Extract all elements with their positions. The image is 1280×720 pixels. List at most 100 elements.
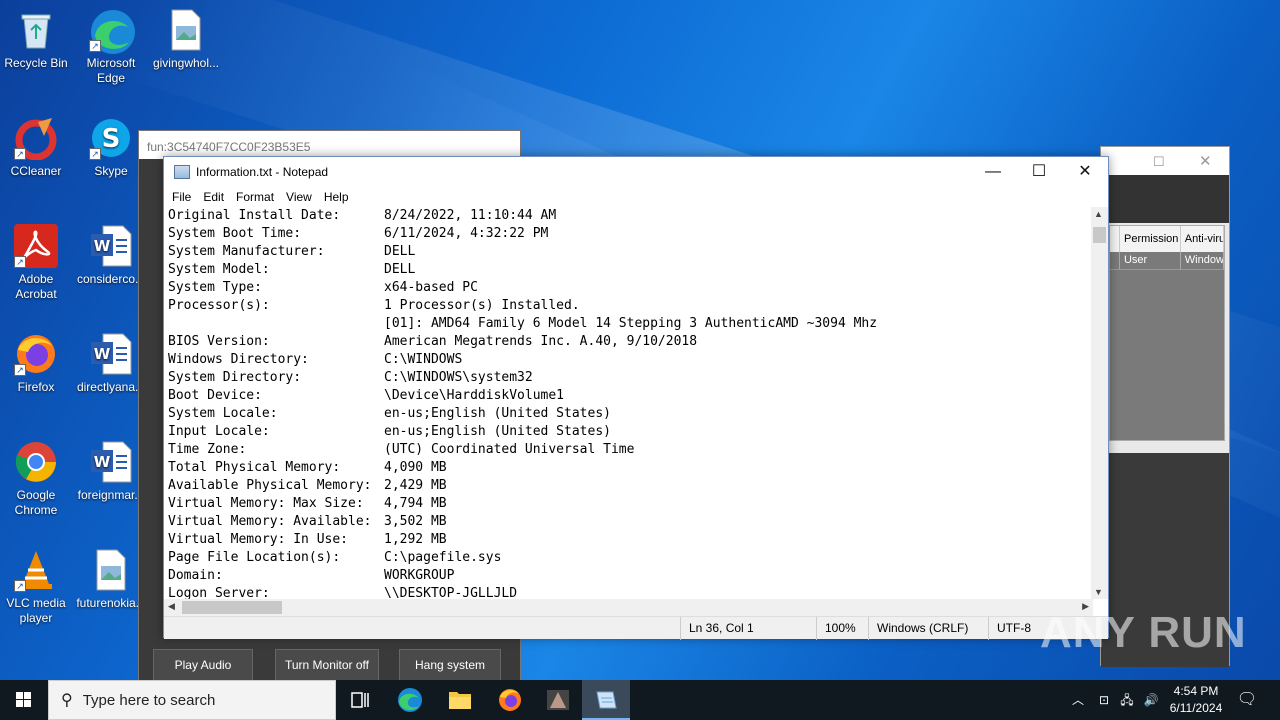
play-audio-button[interactable]: Play Audio <box>153 649 253 681</box>
status-bar: Ln 36, Col 1 100% Windows (CRLF) UTF-8 <box>164 616 1108 640</box>
svg-text:W: W <box>94 237 111 255</box>
taskbar-file-explorer[interactable] <box>436 680 484 720</box>
menu-file[interactable]: File <box>166 187 197 207</box>
text-line: BIOS Version: American Megatrends Inc. A.… <box>168 333 1093 351</box>
scroll-down-icon[interactable]: ▼ <box>1094 587 1103 597</box>
taskbar-firefox[interactable] <box>486 680 534 720</box>
text-line: System Model: DELL <box>168 261 1093 279</box>
desktop-icon-word-doc[interactable]: W considerco... <box>75 224 147 287</box>
close-icon[interactable]: ✕ <box>1199 152 1212 170</box>
menu-help[interactable]: Help <box>318 187 355 207</box>
table-row[interactable]: User Window <box>1110 252 1225 270</box>
desktop-icon-chrome[interactable]: Google Chrome <box>0 440 72 518</box>
task-view-icon <box>351 692 369 708</box>
field-value: (UTC) Coordinated Universal Time <box>384 442 635 457</box>
word-document-icon: W <box>89 440 133 484</box>
toolbar-area <box>1101 175 1229 223</box>
start-button[interactable] <box>0 680 48 720</box>
text-line: System Directory: C:\WINDOWS\system32 <box>168 369 1093 387</box>
taskbar-search-box[interactable]: ⚲ Type here to search <box>48 680 336 720</box>
field-value: 4,794 MB <box>384 496 447 511</box>
scroll-up-icon[interactable]: ▲ <box>1094 209 1103 219</box>
notification-center-icon[interactable]: 🗨 <box>1234 680 1260 720</box>
text-line: Processor(s): 1 Processor(s) Installed. <box>168 297 1093 315</box>
desktop-icon-label: Google Chrome <box>14 488 58 517</box>
scrollbar-thumb[interactable] <box>1093 227 1106 243</box>
field-key: Time Zone: <box>168 442 247 457</box>
field-value: en-us;English (United States) <box>384 406 611 421</box>
notepad-titlebar: Information.txt - Notepad — ☐ ✕ <box>164 157 1108 187</box>
zoom-level: 100% <box>816 617 868 640</box>
field-value: DELL <box>384 244 416 259</box>
notepad-window[interactable]: Information.txt - Notepad — ☐ ✕ File Edi… <box>163 156 1109 640</box>
scroll-left-icon[interactable]: ◀ <box>168 601 175 612</box>
word-document-icon: W <box>89 224 133 268</box>
edge-icon: ↗ <box>89 8 135 54</box>
grid-header-antivirus[interactable]: Anti-viru <box>1181 226 1225 252</box>
desktop-icon-firefox[interactable]: ↗ Firefox <box>0 332 72 395</box>
taskbar-notepad[interactable] <box>582 680 630 720</box>
firefox-icon <box>499 689 521 711</box>
grid-header-permission[interactable]: Permission <box>1120 226 1181 252</box>
text-editor-area[interactable]: Original Install Date: 8/24/2022, 11:10:4… <box>164 207 1093 599</box>
horizontal-scrollbar[interactable]: ◀ ▶ <box>164 599 1093 616</box>
show-hidden-icons-chevron-up-icon[interactable]: ︿ <box>1068 680 1088 720</box>
field-value: 6/11/2024, 4:32:22 PM <box>384 226 549 241</box>
desktop-icon-label: CCleaner <box>10 164 62 178</box>
maximize-icon[interactable]: ☐ <box>1016 157 1062 187</box>
search-icon: ⚲ <box>61 692 73 709</box>
background-window-right[interactable]: ☐ ✕ Permission Anti-viru User Window <box>1100 146 1230 667</box>
desktop-icon-ccleaner[interactable]: ↗ CCleaner <box>0 116 72 179</box>
desktop-icon-edge[interactable]: ↗ Microsoft Edge <box>75 8 147 86</box>
field-key: Windows Directory: <box>168 352 309 367</box>
field-value: 3,502 MB <box>384 514 447 529</box>
task-view-button[interactable] <box>336 680 384 720</box>
skype-icon: S ↗ <box>89 116 133 160</box>
vertical-scrollbar[interactable]: ▲ ▼ <box>1091 207 1108 599</box>
shortcut-arrow-icon: ↗ <box>14 148 26 160</box>
desktop-icon-vlc[interactable]: ↗ VLC media player <box>0 548 72 626</box>
text-line: Original Install Date: 8/24/2022, 11:10:4… <box>168 207 1093 225</box>
shortcut-arrow-icon: ↗ <box>14 364 26 376</box>
desktop-icon-acrobat[interactable]: ↗ Adobe Acrobat <box>0 224 72 302</box>
desktop-icon-label: Skype <box>94 164 128 178</box>
minimize-icon[interactable]: — <box>970 157 1016 187</box>
text-line: Virtual Memory: In Use: 1,292 MB <box>168 531 1093 549</box>
taskbar-app[interactable] <box>534 680 582 720</box>
desktop-icon-file[interactable]: futurenokia... <box>75 548 147 611</box>
hang-system-button[interactable]: Hang system <box>399 649 501 681</box>
shortcut-arrow-icon: ↗ <box>89 40 101 52</box>
desktop-icon-label: Recycle Bin <box>4 56 68 70</box>
text-line: Available Physical Memory: 2,429 MB <box>168 477 1093 495</box>
network-status-icon[interactable]: ⊡ <box>1094 680 1114 720</box>
menu-view[interactable]: View <box>280 187 318 207</box>
desktop-icon-file[interactable]: givingwhol... <box>150 8 222 71</box>
desktop-icon-word-doc[interactable]: W foreignmar... <box>75 440 147 503</box>
text-line: Logon Server: \\DESKTOP-JGLLJLD <box>168 585 1093 599</box>
volume-icon[interactable]: 🔊 <box>1140 680 1162 720</box>
desktop-icon-label: Firefox <box>17 380 55 394</box>
field-key: Processor(s): <box>168 298 270 313</box>
clock[interactable]: 4:54 PM 6/11/2024 <box>1164 680 1228 720</box>
desktop-icon-recycle-bin[interactable]: Recycle Bin <box>0 8 72 71</box>
menu-edit[interactable]: Edit <box>197 187 230 207</box>
process-grid[interactable]: Permission Anti-viru User Window <box>1109 225 1225 441</box>
menu-format[interactable]: Format <box>230 187 280 207</box>
vlc-icon: ↗ <box>14 548 58 592</box>
field-key: System Model: <box>168 262 270 277</box>
turn-monitor-off-button[interactable]: Turn Monitor off <box>275 649 379 681</box>
close-icon[interactable]: ✕ <box>1062 157 1108 187</box>
desktop-icon-word-doc[interactable]: W directlyana... <box>75 332 147 395</box>
taskbar: ⚲ Type here to search ︿ ⊡ 🖧 🔊 4:54 PM 6/… <box>0 680 1280 720</box>
network-icon[interactable]: 🖧 <box>1116 680 1138 720</box>
desktop-icon-skype[interactable]: S ↗ Skype <box>75 116 147 179</box>
text-line: Virtual Memory: Max Size: 4,794 MB <box>168 495 1093 513</box>
desktop-icon-label: VLC media player <box>6 596 66 625</box>
maximize-icon[interactable]: ☐ <box>1153 154 1165 170</box>
taskbar-edge[interactable] <box>386 680 434 720</box>
field-key <box>168 315 384 333</box>
field-value: C:\WINDOWS <box>384 352 463 367</box>
scrollbar-thumb[interactable] <box>182 601 282 614</box>
search-placeholder: Type here to search <box>82 691 216 709</box>
field-value: DELL <box>384 262 416 277</box>
